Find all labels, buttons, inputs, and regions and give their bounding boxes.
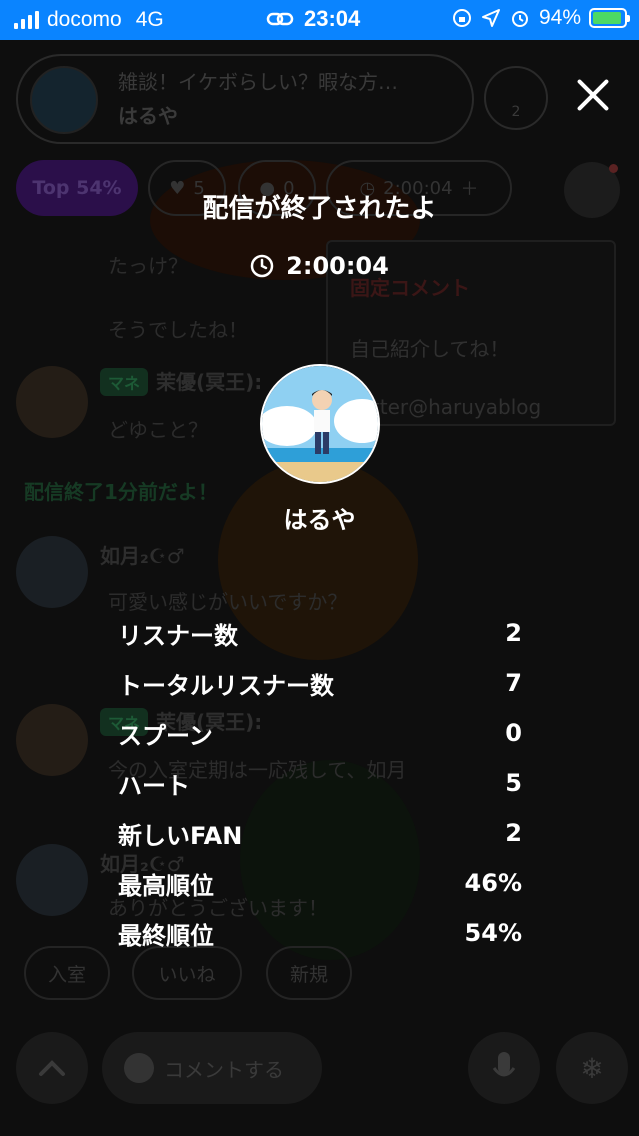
stat-label: 最終順位 (118, 921, 214, 950)
stat-label: 新しいFAN (118, 821, 243, 850)
stat-row: トータルリスナー数 7 (118, 658, 522, 708)
stat-value: 0 (505, 719, 522, 747)
pinned-line: 自己紹介してね！ (350, 337, 510, 361)
stat-label: ハート (118, 771, 190, 800)
host-avatar (30, 66, 98, 134)
listener-count: 2 (511, 104, 521, 120)
manager-badge: マネ (100, 368, 149, 396)
stat-row: 最高順位 46% (118, 858, 522, 908)
host-name: はるや (118, 104, 178, 128)
stat-value: 54% (464, 919, 522, 947)
battery-percent: 94% (538, 6, 581, 29)
alarm-icon (511, 11, 528, 27)
chat-avatar[interactable] (16, 366, 88, 438)
close-icon[interactable] (574, 76, 612, 114)
chat-user-label: 茉優(冥王): (156, 370, 263, 394)
stat-value: 7 (505, 669, 522, 697)
stat-value: 5 (505, 769, 522, 797)
mic-icon[interactable] (468, 1032, 540, 1104)
clock-icon (250, 254, 274, 278)
location-icon (481, 9, 500, 27)
comment-button[interactable]: コメントする (102, 1032, 322, 1104)
stat-row: スプーン 0 (118, 708, 522, 758)
comment-bubble-icon (124, 1053, 154, 1083)
battery-level (593, 12, 622, 24)
chat-message: どゆこと？ (108, 418, 208, 442)
time-label: 23:04 (304, 6, 361, 31)
chevron-up-icon[interactable] (16, 1032, 88, 1104)
stat-value: 2 (505, 819, 522, 847)
chat-user-name: マネ 茉優(冥王): (100, 366, 262, 396)
status-time: 23:04 (266, 6, 360, 32)
chat-avatar[interactable] (16, 536, 88, 608)
signal-icon (14, 11, 39, 29)
room-header[interactable]: 雑談！イケボらしい？暇な方… はるや (16, 54, 474, 144)
stat-row: 最終順位 54% (118, 908, 522, 958)
carrier-label: docomo (47, 8, 122, 31)
duration-value: 2:00:04 (286, 252, 389, 280)
stat-label: スプーン (118, 721, 213, 750)
host-name-large: はるや (283, 506, 356, 534)
comment-label: コメントする (164, 1057, 284, 1082)
chat-avatar[interactable] (16, 844, 88, 916)
stats-table: リスナー数 2 トータルリスナー数 7 スプーン 0 ハート 5 新しいFAN 2 最高順… (118, 608, 522, 958)
chip-entry[interactable]: 入室 (24, 946, 110, 1000)
battery-icon (589, 8, 630, 28)
stat-value: 2 (505, 619, 522, 647)
stat-value: 46% (464, 869, 522, 897)
stat-row: 新しいFAN 2 (118, 808, 522, 858)
stat-label: リスナー数 (118, 621, 238, 650)
chat-user-name: 如月₂☪︎♂︎ (100, 544, 185, 568)
stat-label: 最高順位 (118, 871, 214, 900)
status-right: 94% (451, 6, 630, 30)
end-title: 配信が終了されたよ (202, 194, 437, 224)
chat-avatar[interactable] (16, 704, 88, 776)
stat-label: トータルリスナー数 (118, 671, 334, 700)
end-duration: 2:00:04 (0, 252, 639, 280)
snowflake-icon[interactable]: ❄ (556, 1032, 628, 1104)
room-title: 雑談！イケボらしい？暇な方… (118, 70, 398, 94)
stat-row: リスナー数 2 (118, 608, 522, 658)
status-bar: docomo 4G 23:04 94% (0, 0, 639, 40)
chat-message: そうでしたね！ (108, 318, 248, 342)
network-label: 4G (135, 8, 164, 31)
link-icon (266, 12, 294, 26)
stat-row: ハート 5 (118, 758, 522, 808)
host-avatar-large (260, 364, 380, 484)
listener-count-button[interactable]: 2 (484, 66, 548, 130)
lock-rotation-icon (452, 9, 471, 27)
